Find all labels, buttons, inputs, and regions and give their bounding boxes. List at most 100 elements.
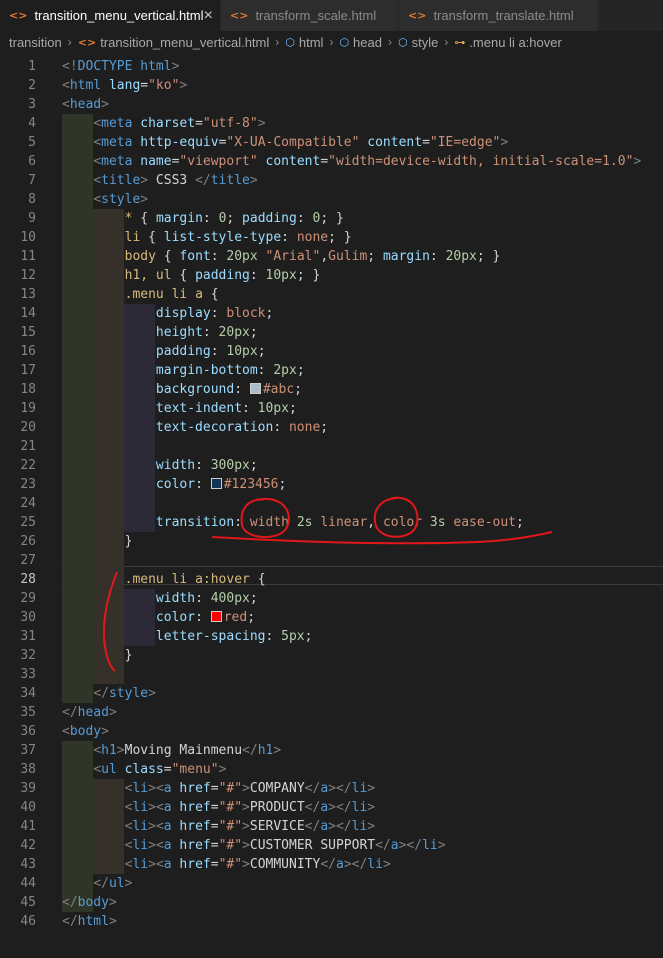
code-text: text-decoration: none; bbox=[155, 420, 329, 435]
line-number: 32 bbox=[20, 648, 36, 663]
code-line[interactable]: 23 color: #123456; bbox=[0, 475, 663, 494]
code-text: </ul> bbox=[93, 876, 133, 891]
line-number: 27 bbox=[20, 553, 36, 568]
close-icon[interactable]: × bbox=[204, 7, 213, 25]
line-number: 34 bbox=[20, 686, 36, 701]
line-number: 41 bbox=[20, 819, 36, 834]
code-line[interactable]: 46 </html> bbox=[0, 912, 663, 931]
code-line[interactable]: 11 body { font: 20px "Arial",Gulim; marg… bbox=[0, 247, 663, 266]
html-file-icon: <> bbox=[77, 35, 97, 49]
editor-tab-bar: <> transition_menu_vertical.html × <> tr… bbox=[0, 0, 663, 31]
line-number: 44 bbox=[20, 876, 36, 891]
code-line[interactable]: 16 padding: 10px; bbox=[0, 342, 663, 361]
code-line[interactable]: 8 <style> bbox=[0, 190, 663, 209]
code-line[interactable]: 29 width: 400px; bbox=[0, 589, 663, 608]
code-line[interactable]: 34 </style> bbox=[0, 684, 663, 703]
code-line[interactable]: 7 <title> CSS3 </title> bbox=[0, 171, 663, 190]
code-line[interactable]: 22 width: 300px; bbox=[0, 456, 663, 475]
color-swatch[interactable] bbox=[210, 611, 222, 622]
code-line[interactable]: 31 letter-spacing: 5px; bbox=[0, 627, 663, 646]
tab-transform-translate[interactable]: <> transform_translate.html bbox=[399, 0, 599, 31]
line-number: 43 bbox=[20, 857, 36, 872]
code-text: body { font: 20px "Arial",Gulim; margin:… bbox=[124, 249, 501, 264]
code-text: letter-spacing: 5px; bbox=[155, 629, 313, 644]
code-line[interactable]: 37 <h1>Moving Mainmenu</h1> bbox=[0, 741, 663, 760]
tab-transform-scale[interactable]: <> transform_scale.html bbox=[221, 0, 399, 31]
line-number: 19 bbox=[20, 401, 36, 416]
code-line[interactable]: 24 bbox=[0, 494, 663, 513]
code-line[interactable]: 5 <meta http-equiv="X-UA-Compatible" con… bbox=[0, 133, 663, 152]
code-line[interactable]: 36 <body> bbox=[0, 722, 663, 741]
code-line[interactable]: 43 <li><a href="#">COMMUNITY</a></li> bbox=[0, 855, 663, 874]
line-number: 46 bbox=[20, 914, 36, 929]
line-number: 11 bbox=[20, 249, 36, 264]
line-number: 3 bbox=[28, 97, 36, 112]
code-line[interactable]: 35 </head> bbox=[0, 703, 663, 722]
line-number: 36 bbox=[20, 724, 36, 739]
line-number: 14 bbox=[20, 306, 36, 321]
line-number: 30 bbox=[20, 610, 36, 625]
line-number: 8 bbox=[28, 192, 36, 207]
line-number: 31 bbox=[20, 629, 36, 644]
breadcrumb-folder[interactable]: transition bbox=[9, 35, 62, 50]
breadcrumb-file[interactable]: transition_menu_vertical.html bbox=[100, 35, 269, 50]
tab-label: transform_translate.html bbox=[433, 8, 574, 23]
code-line[interactable]: 15 height: 20px; bbox=[0, 323, 663, 342]
code-line[interactable]: 17 margin-bottom: 2px; bbox=[0, 361, 663, 380]
code-line[interactable]: 10 li { list-style-type: none; } bbox=[0, 228, 663, 247]
code-line[interactable]: 41 <li><a href="#">SERVICE</a></li> bbox=[0, 817, 663, 836]
code-editor[interactable]: 1 <!DOCTYPE html> 2 <html lang="ko"> 3 <head>… bbox=[0, 54, 663, 958]
code-line[interactable]: 2 <html lang="ko"> bbox=[0, 76, 663, 95]
breadcrumb-style[interactable]: style bbox=[412, 35, 439, 50]
code-line[interactable]: 33 bbox=[0, 665, 663, 684]
line-number: 24 bbox=[20, 496, 36, 511]
code-text: text-indent: 10px; bbox=[155, 401, 297, 416]
code-line[interactable]: 30 color: red; bbox=[0, 608, 663, 627]
code-line[interactable]: 6 <meta name="viewport" content="width=d… bbox=[0, 152, 663, 171]
code-line[interactable]: 14 display: block; bbox=[0, 304, 663, 323]
color-swatch[interactable] bbox=[210, 478, 222, 489]
breadcrumb-html[interactable]: html bbox=[299, 35, 324, 50]
cube-icon: ⬡ bbox=[397, 35, 408, 49]
code-line[interactable]: 18 background: #abc; bbox=[0, 380, 663, 399]
line-number: 23 bbox=[20, 477, 36, 492]
code-text: </style> bbox=[93, 686, 156, 701]
code-line[interactable]: 13 .menu li a { bbox=[0, 285, 663, 304]
breadcrumb-selector[interactable]: .menu li a:hover bbox=[469, 35, 562, 50]
code-line[interactable]: 42 <li><a href="#">CUSTOMER SUPPORT</a><… bbox=[0, 836, 663, 855]
code-line[interactable]: 40 <li><a href="#">PRODUCT</a></li> bbox=[0, 798, 663, 817]
code-line[interactable]: 44 </ul> bbox=[0, 874, 663, 893]
chevron-right-icon: › bbox=[444, 35, 449, 49]
code-line[interactable]: 20 text-decoration: none; bbox=[0, 418, 663, 437]
code-line[interactable]: 4 <meta charset="utf-8"> bbox=[0, 114, 663, 133]
code-line[interactable]: 32 } bbox=[0, 646, 663, 665]
html-file-icon: <> bbox=[9, 9, 28, 22]
line-number: 9 bbox=[28, 211, 36, 226]
code-line[interactable]: 3 <head> bbox=[0, 95, 663, 114]
tab-transition-menu-vertical[interactable]: <> transition_menu_vertical.html × bbox=[0, 0, 221, 31]
code-line[interactable]: 39 <li><a href="#">COMPANY</a></li> bbox=[0, 779, 663, 798]
code-text: color: #123456; bbox=[155, 477, 287, 492]
code-line[interactable]: 21 bbox=[0, 437, 663, 456]
code-line[interactable]: 28 .menu li a:hover { bbox=[0, 570, 663, 589]
code-line[interactable]: 25 transition: width 2s linear, color 3s… bbox=[0, 513, 663, 532]
code-line[interactable]: 26 } bbox=[0, 532, 663, 551]
code-line[interactable]: 45 </body> bbox=[0, 893, 663, 912]
code-text: color: red; bbox=[155, 610, 256, 625]
breadcrumb-head[interactable]: head bbox=[353, 35, 382, 50]
code-line[interactable]: 38 <ul class="menu"> bbox=[0, 760, 663, 779]
code-text: width: 400px; bbox=[155, 591, 258, 606]
chevron-right-icon: › bbox=[329, 35, 334, 49]
code-text: display: block; bbox=[155, 306, 274, 321]
code-line[interactable]: 12 h1, ul { padding: 10px; } bbox=[0, 266, 663, 285]
code-line[interactable]: 19 text-indent: 10px; bbox=[0, 399, 663, 418]
code-line[interactable]: 1 <!DOCTYPE html> bbox=[0, 57, 663, 76]
code-line[interactable]: 9 * { margin: 0; padding: 0; } bbox=[0, 209, 663, 228]
code-line[interactable]: 27 bbox=[0, 551, 663, 570]
code-text: <li><a href="#">COMMUNITY</a></li> bbox=[124, 857, 391, 872]
line-number: 10 bbox=[20, 230, 36, 245]
color-swatch[interactable] bbox=[249, 383, 261, 394]
line-number: 42 bbox=[20, 838, 36, 853]
tab-label: transition_menu_vertical.html bbox=[34, 8, 204, 23]
code-text: h1, ul { padding: 10px; } bbox=[124, 268, 321, 283]
